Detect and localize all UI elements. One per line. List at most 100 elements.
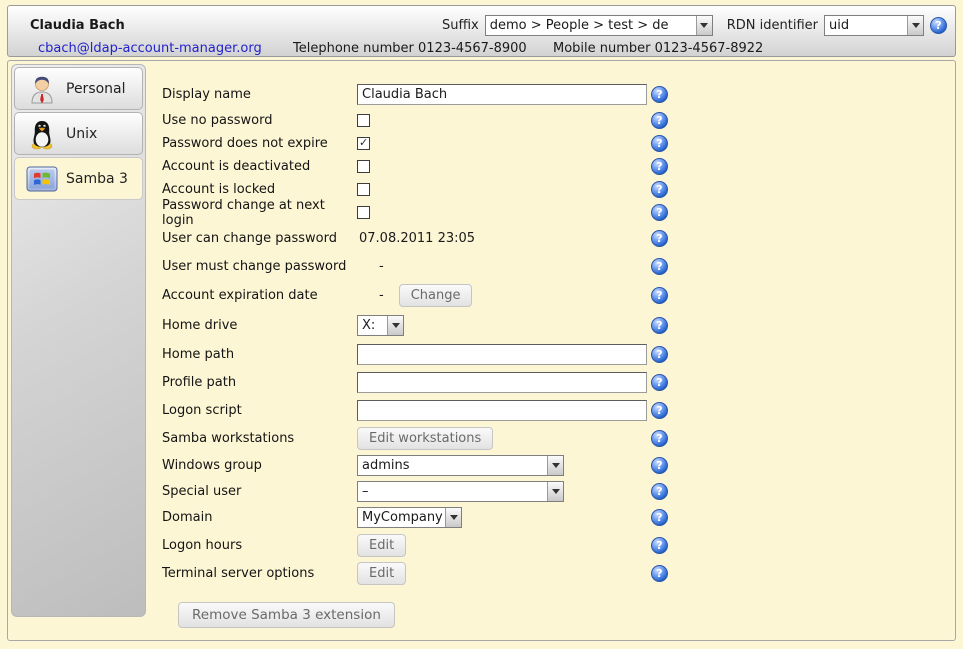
chevron-down-icon [547, 456, 563, 475]
field-label: Home drive [162, 318, 357, 333]
change-button[interactable]: Change [399, 284, 473, 307]
chevron-down-icon [696, 16, 712, 35]
help-icon[interactable]: ? [651, 402, 668, 419]
field-label: Profile path [162, 375, 357, 390]
form-row: User can change password 07.08.2011 23:0… [162, 224, 949, 252]
form-row: User must change password - ? [162, 252, 949, 280]
remove-samba3-button[interactable]: Remove Samba 3 extension [178, 602, 395, 628]
rdn-label: RDN identifier [727, 18, 818, 33]
form-row: Display name ? [162, 79, 949, 109]
tab-unix[interactable]: Unix [14, 112, 143, 155]
windows-icon [24, 166, 60, 192]
home-drive-select[interactable]: X: [357, 315, 404, 336]
header-top-row: Claudia Bach Suffix demo > People > test… [8, 14, 947, 37]
help-icon[interactable]: ? [651, 86, 668, 103]
form-row: Samba workstations Edit workstations ? [162, 424, 949, 452]
tab-samba3[interactable]: Samba 3 [14, 157, 143, 200]
terminal-server-edit-button[interactable]: Edit [357, 562, 406, 585]
help-icon[interactable]: ? [651, 509, 668, 526]
chevron-down-icon [547, 482, 563, 501]
form-row: Account is deactivated ? [162, 155, 949, 178]
module-tab-bar: Personal Unix [11, 64, 146, 617]
profile-path-input[interactable] [357, 372, 647, 393]
form-row: Special user – ? [162, 478, 949, 504]
help-icon[interactable]: ? [651, 258, 668, 275]
account-title: Claudia Bach [30, 18, 125, 33]
email-link[interactable]: cbach@ldap-account-manager.org [38, 41, 262, 56]
windows-group-select[interactable]: admins [357, 455, 564, 476]
form-row: Terminal server options Edit ? [162, 559, 949, 587]
domain-select-value: MyCompany [358, 508, 445, 527]
password-does-not-expire-checkbox[interactable] [357, 137, 370, 150]
password-change-next-login-checkbox[interactable] [357, 206, 370, 219]
suffix-select-value: demo > People > test > de [486, 16, 696, 35]
telephone-number: Telephone number 0123-4567-8900 [293, 41, 527, 56]
field-label: Account expiration date [162, 288, 357, 303]
field-label: Password change at next login [162, 198, 357, 228]
field-label: Logon script [162, 403, 357, 418]
help-icon[interactable]: ? [651, 204, 668, 221]
tab-personal[interactable]: Personal [14, 67, 143, 110]
special-user-select-value: – [358, 482, 547, 501]
help-icon[interactable]: ? [651, 112, 668, 129]
account-header: Claudia Bach Suffix demo > People > test… [7, 5, 956, 57]
field-label: User can change password [162, 231, 357, 246]
form-row: Account expiration date - Change ? [162, 280, 949, 311]
help-icon[interactable]: ? [651, 346, 668, 363]
display-name-input[interactable] [357, 84, 647, 105]
field-label: Password does not expire [162, 136, 357, 151]
help-icon[interactable]: ? [651, 230, 668, 247]
form-row: Logon hours Edit ? [162, 531, 949, 559]
form-row: Logon script ? [162, 396, 949, 424]
field-label: Logon hours [162, 538, 357, 553]
help-icon[interactable]: ? [651, 483, 668, 500]
help-icon[interactable]: ? [651, 135, 668, 152]
form-row: Home drive X: ? [162, 311, 949, 340]
user-icon [24, 73, 60, 105]
help-icon[interactable]: ? [651, 158, 668, 175]
logon-hours-edit-button[interactable]: Edit [357, 534, 406, 557]
windows-group-select-value: admins [358, 456, 547, 475]
use-no-password-checkbox[interactable] [357, 114, 370, 127]
field-label: Account is deactivated [162, 159, 357, 174]
help-icon[interactable]: ? [651, 565, 668, 582]
field-label: Domain [162, 510, 357, 525]
help-icon[interactable]: ? [651, 537, 668, 554]
chevron-down-icon [907, 16, 923, 35]
help-icon[interactable]: ? [651, 317, 668, 334]
user-can-change-password-value: 07.08.2011 23:05 [357, 231, 475, 246]
user-must-change-password-value: - [357, 259, 384, 274]
help-icon[interactable]: ? [930, 17, 947, 34]
domain-select[interactable]: MyCompany [357, 507, 462, 528]
tux-icon [24, 118, 60, 150]
account-deactivated-checkbox[interactable] [357, 160, 370, 173]
field-label: User must change password [162, 259, 357, 274]
logon-script-input[interactable] [357, 400, 647, 421]
help-icon[interactable]: ? [651, 181, 668, 198]
field-label: Windows group [162, 458, 357, 473]
samba3-form: Display name ? Use no password ? Passwor… [146, 61, 949, 628]
field-label: Samba workstations [162, 431, 357, 446]
form-row: Use no password ? [162, 109, 949, 132]
field-label: Terminal server options [162, 566, 357, 581]
mobile-number: Mobile number 0123-4567-8922 [553, 41, 763, 56]
help-icon[interactable]: ? [651, 374, 668, 391]
header-bottom-row: cbach@ldap-account-manager.org Telephone… [8, 41, 955, 59]
account-locked-checkbox[interactable] [357, 183, 370, 196]
help-icon[interactable]: ? [651, 457, 668, 474]
form-row: Domain MyCompany ? [162, 504, 949, 531]
home-path-input[interactable] [357, 344, 647, 365]
special-user-select[interactable]: – [357, 481, 564, 502]
rdn-select[interactable]: uid [824, 15, 924, 36]
suffix-select[interactable]: demo > People > test > de [485, 15, 713, 36]
form-row: Password does not expire ? [162, 132, 949, 155]
tab-label: Samba 3 [60, 171, 128, 187]
suffix-label: Suffix [442, 18, 479, 33]
help-icon[interactable]: ? [651, 430, 668, 447]
help-icon[interactable]: ? [651, 287, 668, 304]
chevron-down-icon [445, 508, 461, 527]
field-label: Home path [162, 347, 357, 362]
field-label: Account is locked [162, 182, 357, 197]
tab-label: Unix [60, 126, 97, 142]
edit-workstations-button[interactable]: Edit workstations [357, 427, 493, 450]
